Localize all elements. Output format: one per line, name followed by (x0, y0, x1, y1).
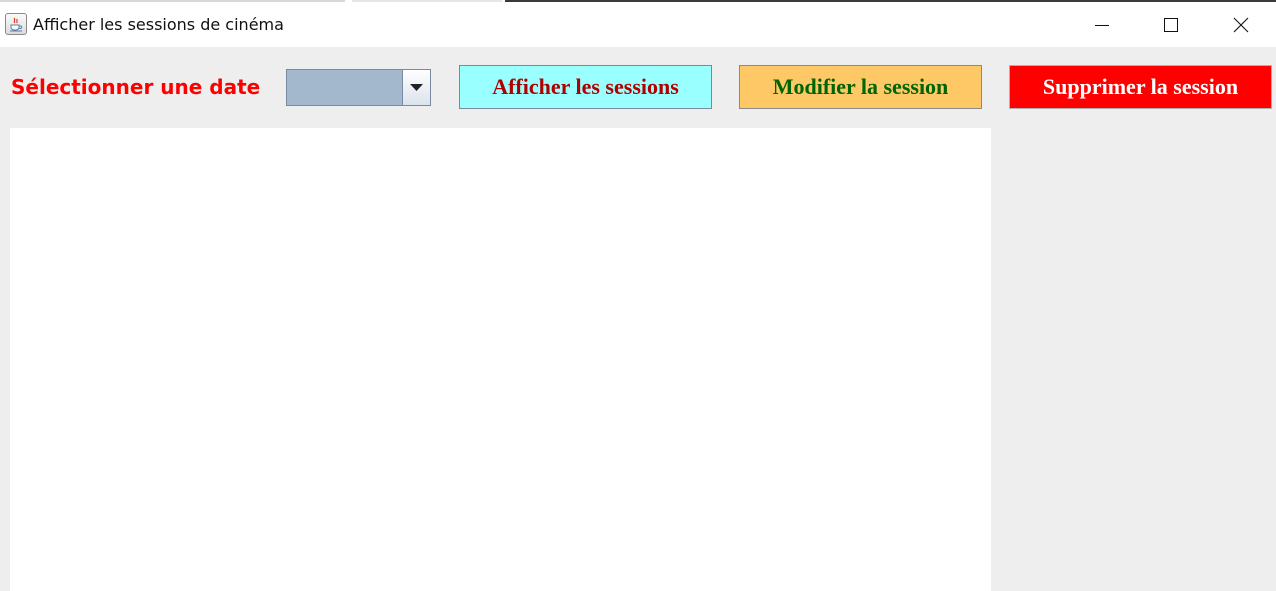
sessions-panel[interactable] (10, 128, 991, 591)
minimize-button[interactable] (1068, 3, 1136, 47)
close-icon (1233, 17, 1249, 33)
title-bar[interactable]: Afficher les sessions de cinéma (0, 3, 1276, 47)
delete-session-button[interactable]: Supprimer la session (1009, 65, 1272, 109)
show-sessions-button[interactable]: Afficher les sessions (459, 65, 712, 109)
select-date-label: Sélectionner une date (11, 75, 261, 99)
application-window: Afficher les sessions de cinéma Sélectio… (0, 0, 1276, 591)
combobox-arrow-button[interactable] (402, 70, 430, 105)
chevron-down-icon (410, 84, 423, 91)
date-combobox[interactable] (286, 69, 431, 106)
java-cup-icon (5, 13, 27, 35)
close-button[interactable] (1207, 3, 1275, 47)
maximize-icon (1164, 18, 1178, 32)
edit-session-button[interactable]: Modifier la session (739, 65, 982, 109)
minimize-icon (1095, 25, 1109, 26)
window-title: Afficher les sessions de cinéma (33, 15, 284, 34)
maximize-button[interactable] (1137, 3, 1205, 47)
